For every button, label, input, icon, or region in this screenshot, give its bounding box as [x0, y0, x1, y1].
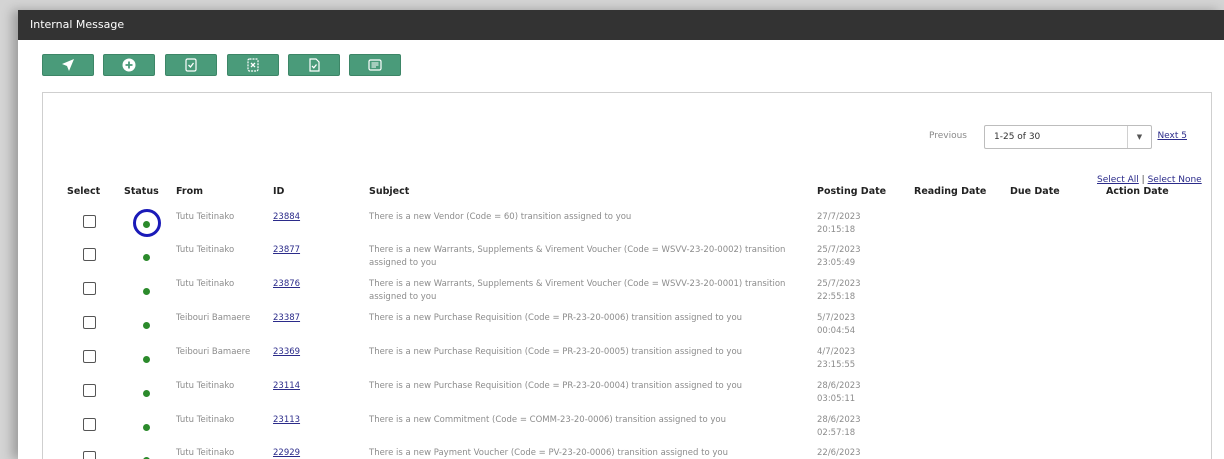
row-from: Tutu Teitinako — [176, 245, 235, 255]
table-row[interactable]: Tutu Teitinako 23876 There is a new Warran… — [43, 278, 1211, 312]
pagination: Previous 1-25 of 30 ▼ Next 5 — [791, 124, 1211, 150]
row-posting-time: 20:15:18 — [817, 225, 856, 235]
row-posting-date: 22/6/2023 — [817, 448, 861, 458]
row-subject: There is a new Payment Voucher (Code = P… — [369, 448, 728, 458]
message-panel: Previous 1-25 of 30 ▼ Next 5 Select All … — [42, 92, 1212, 459]
header-from: From — [176, 186, 203, 197]
message-list-button[interactable] — [349, 54, 401, 76]
table-row[interactable]: Tutu Teitinako 22929 There is a new Paymen… — [43, 447, 1211, 459]
previous-link[interactable]: Previous — [929, 131, 967, 141]
next-link[interactable]: Next 5 — [1157, 131, 1187, 141]
header-action-date: Action Date — [1106, 186, 1169, 197]
status-dot-icon — [143, 390, 150, 397]
row-select-checkbox[interactable] — [83, 248, 96, 261]
page-range-select[interactable]: 1-25 of 30 ▼ — [984, 125, 1152, 149]
header-reading-date: Reading Date — [914, 186, 987, 197]
row-subject: There is a new Purchase Requisition (Cod… — [369, 381, 743, 391]
row-subject: There is a new Warrants, Supplements & V… — [369, 279, 786, 302]
row-posting-time: 03:05:11 — [817, 394, 856, 404]
table-row[interactable]: Teibouri Bamaere 23387 There is a new Purc… — [43, 312, 1211, 346]
row-subject: There is a new Vendor (Code = 60) transi… — [369, 212, 632, 222]
selection-links: Select All | Select None — [1097, 175, 1202, 185]
internal-message-window: Internal Message Previous 1-25 of 30 ▼ N — [18, 10, 1224, 459]
row-posting-date: 25/7/2023 — [817, 279, 861, 289]
send-icon — [62, 59, 74, 71]
table-row[interactable]: Tutu Teitinako 23877 There is a new Warran… — [43, 244, 1211, 278]
status-dot-icon — [143, 322, 150, 329]
row-posting-time: 00:04:54 — [817, 326, 856, 336]
accept-button[interactable] — [165, 54, 217, 76]
row-id-link[interactable]: 23876 — [273, 278, 300, 291]
row-subject: There is a new Warrants, Supplements & V… — [369, 245, 786, 268]
row-from: Teibouri Bamaere — [176, 313, 251, 323]
row-select-checkbox[interactable] — [83, 316, 96, 329]
row-from: Tutu Teitinako — [176, 415, 235, 425]
header-id: ID — [273, 186, 285, 197]
table-row[interactable]: Teibouri Bamaere 23369 There is a new Purc… — [43, 346, 1211, 380]
highlight-ring — [133, 209, 161, 237]
chevron-down-icon[interactable]: ▼ — [1127, 126, 1151, 148]
row-from: Tutu Teitinako — [176, 212, 235, 222]
row-id-link[interactable]: 23387 — [273, 312, 300, 325]
row-id-link[interactable]: 23884 — [273, 211, 300, 224]
add-button[interactable] — [103, 54, 155, 76]
row-from: Teibouri Bamaere — [176, 347, 251, 357]
select-all-link[interactable]: Select All — [1097, 175, 1139, 185]
window-title: Internal Message — [18, 10, 1224, 40]
status-dot-icon — [143, 356, 150, 363]
row-posting-date: 28/6/2023 — [817, 415, 861, 425]
row-posting-time: 23:05:49 — [817, 258, 856, 268]
reject-button[interactable] — [227, 54, 279, 76]
row-posting-date: 5/7/2023 — [817, 313, 856, 323]
row-from: Tutu Teitinako — [176, 381, 235, 391]
approve-button[interactable] — [288, 54, 340, 76]
row-id-link[interactable]: 23114 — [273, 380, 300, 393]
header-select: Select — [67, 186, 101, 197]
doc-approve-icon — [309, 58, 320, 72]
select-none-link[interactable]: Select None — [1148, 175, 1202, 185]
header-subject: Subject — [369, 186, 410, 197]
header-posting-date: Posting Date — [817, 186, 887, 197]
status-dot-icon — [143, 288, 150, 295]
row-posting-time: 23:15:55 — [817, 360, 856, 370]
row-select-checkbox[interactable] — [83, 384, 96, 397]
status-dot-icon — [143, 254, 150, 261]
table-row[interactable]: Tutu Teitinako 23884 There is a new Vendor… — [43, 209, 1211, 245]
status-dot-icon — [143, 424, 150, 431]
row-from: Tutu Teitinako — [176, 448, 235, 458]
page-range-value: 1-25 of 30 — [994, 132, 1041, 142]
row-subject: There is a new Commitment (Code = COMM-2… — [369, 415, 727, 425]
row-posting-date: 27/7/2023 — [817, 212, 861, 222]
row-select-checkbox[interactable] — [83, 451, 96, 459]
row-select-checkbox[interactable] — [83, 418, 96, 431]
table-row[interactable]: Tutu Teitinako 23114 There is a new Purcha… — [43, 380, 1211, 414]
doc-x-icon — [247, 58, 259, 72]
row-posting-date: 4/7/2023 — [817, 347, 856, 357]
row-select-checkbox[interactable] — [83, 350, 96, 363]
row-from: Tutu Teitinako — [176, 279, 235, 289]
header-status: Status — [124, 186, 159, 197]
row-id-link[interactable]: 23369 — [273, 346, 300, 359]
row-id-link[interactable]: 22929 — [273, 447, 300, 459]
header-due-date: Due Date — [1010, 186, 1060, 197]
row-id-link[interactable]: 23877 — [273, 244, 300, 257]
send-button[interactable] — [42, 54, 94, 76]
row-posting-date: 25/7/2023 — [817, 245, 861, 255]
message-list-icon — [368, 59, 382, 71]
table-row[interactable]: Tutu Teitinako 23113 There is a new Commit… — [43, 414, 1211, 448]
row-subject: There is a new Purchase Requisition (Cod… — [369, 313, 743, 323]
doc-check-icon — [185, 58, 197, 72]
row-id-link[interactable]: 23113 — [273, 414, 300, 427]
add-circle-icon — [122, 58, 136, 72]
selection-separator: | — [1141, 175, 1145, 185]
row-posting-time: 22:55:18 — [817, 292, 856, 302]
row-select-checkbox[interactable] — [83, 215, 96, 228]
row-posting-date: 28/6/2023 — [817, 381, 861, 391]
row-subject: There is a new Purchase Requisition (Cod… — [369, 347, 743, 357]
row-select-checkbox[interactable] — [83, 282, 96, 295]
row-posting-time: 02:57:18 — [817, 428, 856, 438]
